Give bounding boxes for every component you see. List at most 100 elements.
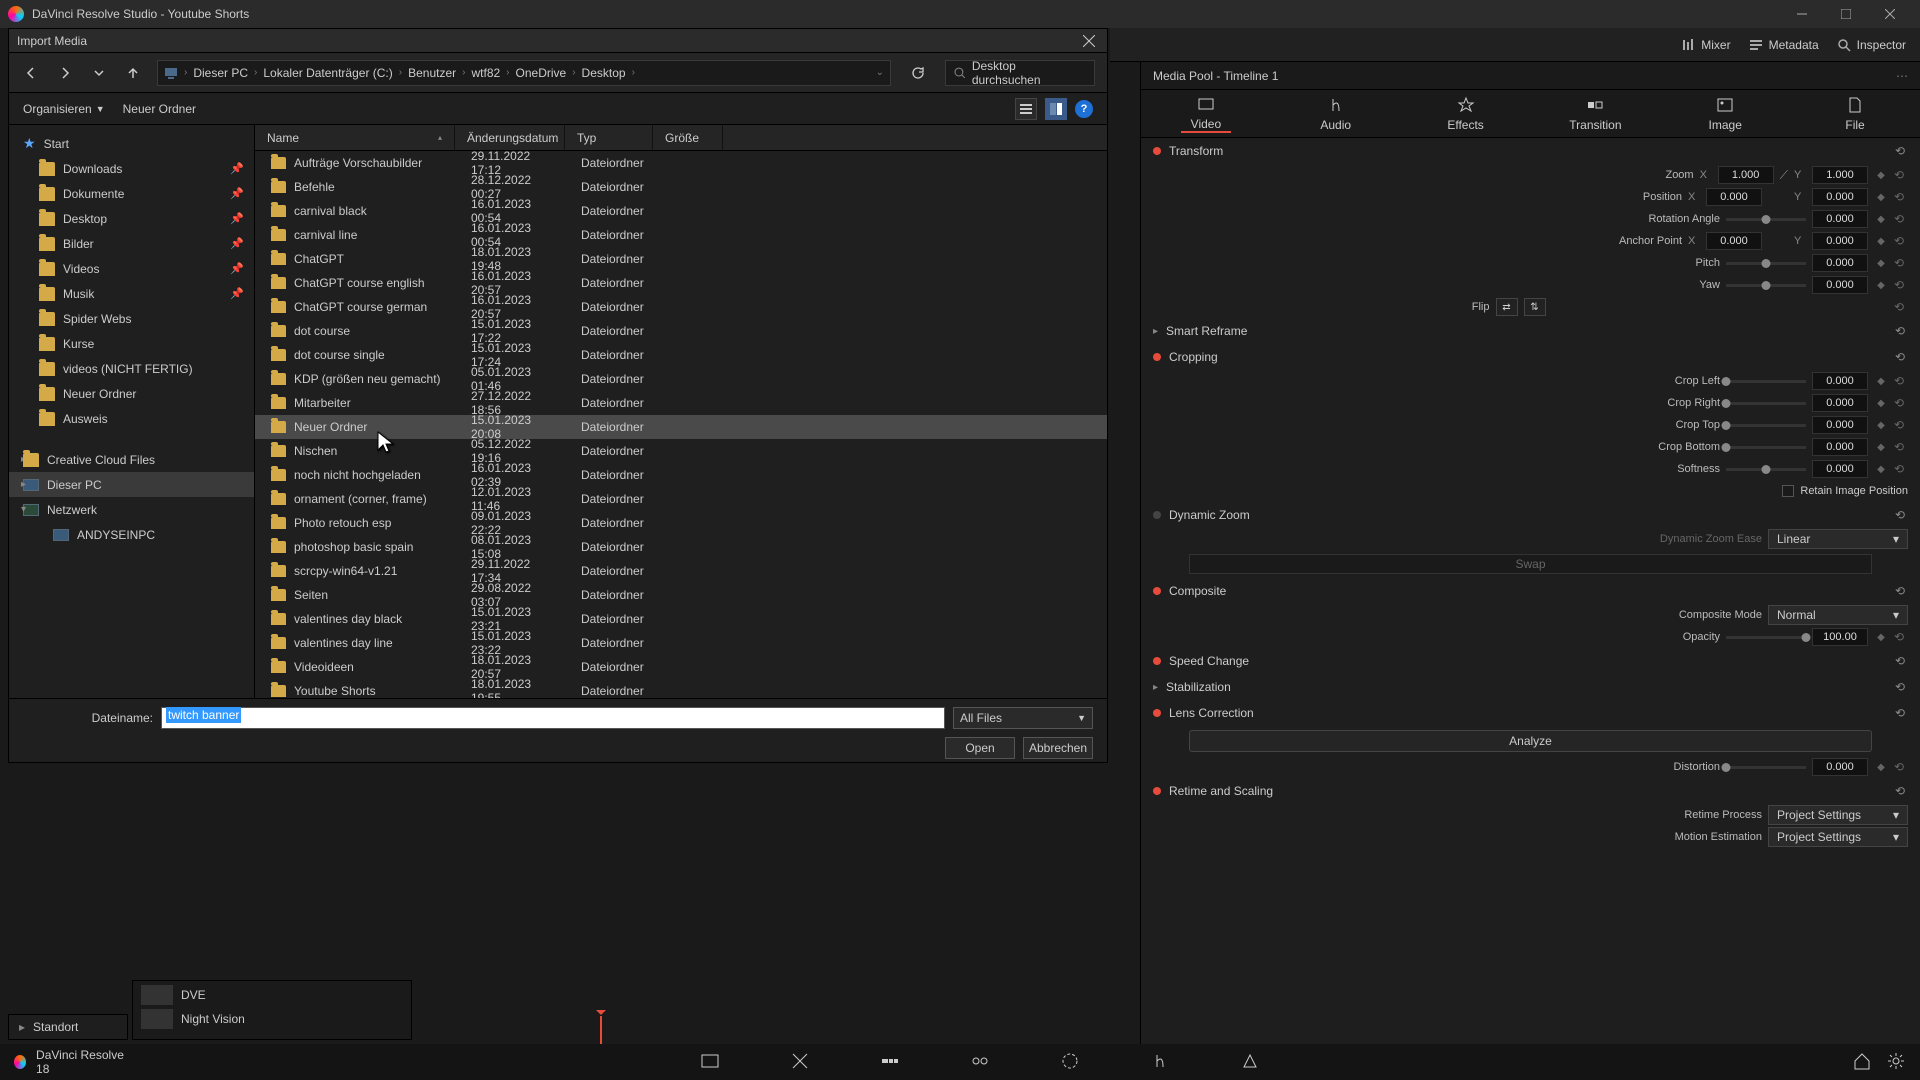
file-row[interactable]: dot course15.01.2023 17:22Dateiordner (255, 319, 1107, 343)
dialog-close-button[interactable] (1079, 31, 1099, 51)
inspector-menu-icon[interactable]: ⋯ (1896, 69, 1908, 83)
zoom-x-value[interactable]: 1.000 (1718, 166, 1774, 184)
filetype-dropdown[interactable]: All Files▼ (953, 707, 1093, 729)
page-color-icon[interactable] (1060, 1051, 1080, 1074)
back-button[interactable] (21, 63, 41, 83)
path-dropdown-icon[interactable]: ⌄ (876, 67, 884, 78)
effect-item[interactable]: DVE (141, 985, 403, 1005)
composite-mode-dropdown[interactable]: Normal▾ (1768, 605, 1908, 625)
col-type[interactable]: Typ (565, 125, 653, 150)
standort-tab[interactable]: ▸Standort (8, 1014, 128, 1040)
tree-quick-item[interactable]: Kurse (9, 331, 254, 356)
path-bar[interactable]: › Dieser PC› Lokaler Datenträger (C:)› B… (157, 60, 891, 86)
file-row[interactable]: noch nicht hochgeladen16.01.2023 02:39Da… (255, 463, 1107, 487)
tree-quick-item[interactable]: Bilder📌 (9, 231, 254, 256)
tab-transition[interactable]: Transition (1570, 96, 1620, 132)
mixer-toggle[interactable]: Mixer (1681, 38, 1730, 52)
tab-effects[interactable]: Effects (1441, 96, 1491, 132)
tab-video[interactable]: Video (1181, 95, 1231, 133)
file-row[interactable]: KDP (größen neu gemacht)05.01.2023 01:46… (255, 367, 1107, 391)
reset-icon[interactable]: ⟲ (1892, 143, 1908, 159)
swap-button[interactable]: Swap (1189, 554, 1872, 574)
file-row[interactable]: ornament (corner, frame)12.01.2023 11:46… (255, 487, 1107, 511)
inspector-toggle[interactable]: Inspector (1837, 38, 1906, 52)
tab-image[interactable]: Image (1700, 96, 1750, 132)
new-folder-button[interactable]: Neuer Ordner (123, 102, 196, 116)
page-fusion-icon[interactable] (970, 1051, 990, 1074)
home-icon[interactable] (1852, 1051, 1872, 1074)
tree-host[interactable]: ANDYSEINPC (9, 522, 254, 547)
file-row[interactable]: valentines day black15.01.2023 23:21Date… (255, 607, 1107, 631)
file-row[interactable]: valentines day line15.01.2023 23:22Datei… (255, 631, 1107, 655)
file-row[interactable]: Youtube Shorts18.01.2023 19:55Dateiordne… (255, 679, 1107, 698)
tree-quick-item[interactable]: Videos📌 (9, 256, 254, 281)
section-cropping[interactable]: Cropping⟲ (1149, 344, 1912, 370)
file-row[interactable]: Mitarbeiter27.12.2022 18:56Dateiordner (255, 391, 1107, 415)
up-button[interactable] (123, 63, 143, 83)
organize-button[interactable]: Organisieren ▼ (23, 102, 105, 116)
file-row[interactable]: ChatGPT course german16.01.2023 20:57Dat… (255, 295, 1107, 319)
file-row[interactable]: Photo retouch esp09.01.2023 22:22Dateior… (255, 511, 1107, 535)
flip-v-button[interactable]: ⇅ (1524, 298, 1546, 316)
zoom-y-value[interactable]: 1.000 (1812, 166, 1868, 184)
col-name[interactable]: Name▴ (255, 125, 455, 150)
section-smart-reframe[interactable]: ▸Smart Reframe⟲ (1149, 318, 1912, 344)
section-speed-change[interactable]: Speed Change⟲ (1149, 648, 1912, 674)
open-button[interactable]: Open (945, 737, 1015, 759)
cancel-button[interactable]: Abbrechen (1023, 737, 1093, 759)
page-media-icon[interactable] (700, 1051, 720, 1074)
file-row[interactable]: Aufträge Vorschaubilder29.11.2022 17:12D… (255, 151, 1107, 175)
settings-icon[interactable] (1886, 1051, 1906, 1074)
file-row[interactable]: Befehle28.12.2022 00:27Dateiordner (255, 175, 1107, 199)
ease-dropdown[interactable]: Linear▾ (1768, 529, 1908, 549)
section-transform[interactable]: Transform⟲ (1149, 138, 1912, 164)
minimize-button[interactable] (1780, 0, 1824, 28)
link-icon[interactable]: ⟋ (1780, 168, 1788, 183)
maximize-button[interactable] (1824, 0, 1868, 28)
filename-input[interactable]: twitch banner (161, 707, 945, 729)
col-size[interactable]: Größe (653, 125, 723, 150)
tree-quick-item[interactable]: Spider Webs (9, 306, 254, 331)
help-icon[interactable]: ? (1075, 100, 1093, 118)
file-row[interactable]: ChatGPT18.01.2023 19:48Dateiordner (255, 247, 1107, 271)
file-row[interactable]: dot course single15.01.2023 17:24Dateior… (255, 343, 1107, 367)
file-row[interactable]: carnival black16.01.2023 00:54Dateiordne… (255, 199, 1107, 223)
file-row[interactable]: photoshop basic spain08.01.2023 15:08Dat… (255, 535, 1107, 559)
tree-quick-item[interactable]: Neuer Ordner (9, 381, 254, 406)
file-row[interactable]: ChatGPT course english16.01.2023 20:57Da… (255, 271, 1107, 295)
page-edit-icon[interactable] (880, 1051, 900, 1074)
file-row[interactable]: Seiten29.08.2022 03:07Dateiordner (255, 583, 1107, 607)
page-fairlight-icon[interactable] (1150, 1051, 1170, 1074)
effect-item[interactable]: Night Vision (141, 1009, 403, 1029)
file-row[interactable]: scrcpy-win64-v1.2129.11.2022 17:34Dateio… (255, 559, 1107, 583)
tree-quick-item[interactable]: Musik📌 (9, 281, 254, 306)
refresh-button[interactable] (905, 60, 931, 86)
page-deliver-icon[interactable] (1240, 1051, 1260, 1074)
view-list-icon[interactable] (1015, 98, 1037, 120)
section-lens-correction[interactable]: Lens Correction⟲ (1149, 700, 1912, 726)
tree-this-pc[interactable]: ▸Dieser PC (9, 472, 254, 497)
tree-quick-item[interactable]: Desktop📌 (9, 206, 254, 231)
file-row[interactable]: carnival line16.01.2023 00:54Dateiordner (255, 223, 1107, 247)
search-input[interactable]: Desktop durchsuchen (945, 60, 1095, 86)
col-date[interactable]: Änderungsdatum (455, 125, 565, 150)
playhead-icon[interactable] (600, 1016, 602, 1044)
section-retime-scaling[interactable]: Retime and Scaling⟲ (1149, 778, 1912, 804)
tree-ccf[interactable]: ▸Creative Cloud Files (9, 447, 254, 472)
retime-process-dropdown[interactable]: Project Settings▾ (1768, 805, 1908, 825)
metadata-toggle[interactable]: Metadata (1749, 38, 1819, 52)
keyframe-icon[interactable]: ◆ (1874, 170, 1888, 181)
file-row[interactable]: Videoideen18.01.2023 20:57Dateiordner (255, 655, 1107, 679)
tree-quick-item[interactable]: Ausweis (9, 406, 254, 431)
tree-quick-item[interactable]: videos (NICHT FERTIG) (9, 356, 254, 381)
motion-est-dropdown[interactable]: Project Settings▾ (1768, 827, 1908, 847)
preview-pane-icon[interactable] (1045, 98, 1067, 120)
section-stabilization[interactable]: ▸Stabilization⟲ (1149, 674, 1912, 700)
tree-start[interactable]: ★Start (9, 131, 254, 156)
reset-icon[interactable]: ⟲ (1894, 168, 1908, 182)
file-row[interactable]: Nischen05.12.2022 19:16Dateiordner (255, 439, 1107, 463)
close-button[interactable] (1868, 0, 1912, 28)
section-dynamic-zoom[interactable]: Dynamic Zoom⟲ (1149, 502, 1912, 528)
forward-button[interactable] (55, 63, 75, 83)
rotation-slider[interactable] (1726, 218, 1806, 221)
